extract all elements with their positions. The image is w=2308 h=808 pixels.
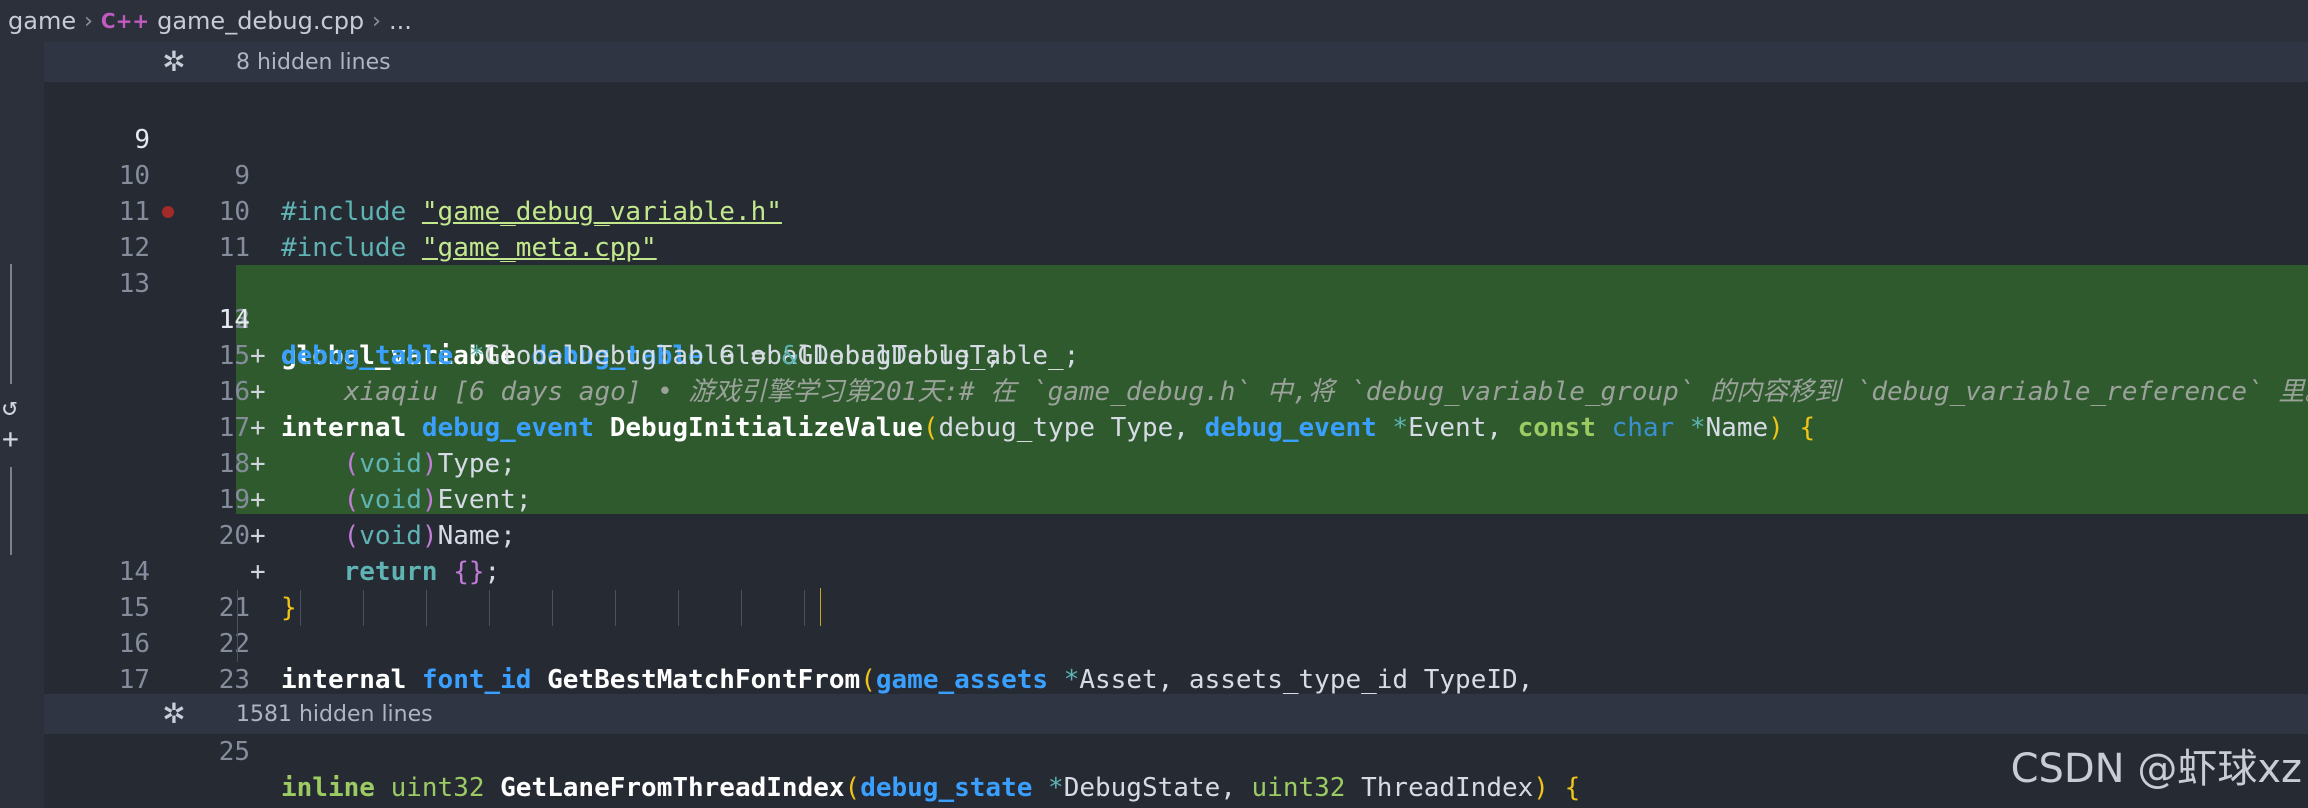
code-line: 15 22 internal font_id GetBestMatchFontF… [44,554,2308,695]
indent-guide [363,590,364,626]
indent-guide [678,590,679,626]
unfold-icon[interactable]: ✲ [156,696,192,732]
code-line-added: 20 + } [44,482,2308,623]
code-line: 9 9 #include "game_debug_variable.h" [44,86,2308,227]
code-line: 16 23 asset_vector *MatchVector, asset_v… [44,590,2308,731]
unfold-icon[interactable]: ✲ [156,44,192,80]
code-line-added: 17 + (void)Event; [44,374,2308,515]
breakpoint-icon[interactable] [162,206,174,218]
active-indent-guide [820,588,821,626]
indent-guide [615,590,616,626]
watermark: CSDN @虾球xz [2010,746,2302,792]
code-line: 10 10 #include "game_meta.cpp" [44,122,2308,263]
indent-guide [300,590,301,626]
breadcrumb: game › C++ game_debug.cpp › ... [0,0,2308,42]
diff-side-strip: ↺ + [0,42,44,808]
indent-guide [489,590,490,626]
chevron-right-icon: › [84,8,93,34]
revert-icon[interactable]: ↺ [2,392,18,422]
change-indicator [10,264,12,384]
change-indicator [10,467,12,555]
code-line-added: 19 + return {}; [44,446,2308,587]
indent-guide [552,590,553,626]
hidden-lines-bar-top[interactable]: ✲ 8 hidden lines [44,42,2308,82]
code-line: 14 21 [44,518,2308,623]
indent-guide [804,590,805,626]
code-line: 17 24 [44,626,2308,731]
code-line: 18 25 inline uint32 GetLaneFromThreadInd… [44,662,2308,803]
code-line: 11 11 [44,158,2308,263]
indent-guide [237,626,238,662]
code-text: inline uint32 GetLaneFromThreadIndex(deb… [281,773,1581,803]
new-line-number: 25 [218,737,250,767]
breadcrumb-folder[interactable]: game [8,7,76,35]
code-line: 13 13 debug_table *GlobalDebugTable = &G… [44,230,2308,371]
indent-guide [741,590,742,626]
code-line: 12 12 global_variable debug_table Global… [44,194,2308,371]
cpp-icon: C++ [100,9,150,33]
hidden-lines-label: 1581 hidden lines [236,701,433,727]
code-line-added: 16 + (void)Type; [44,338,2308,479]
indent-guide [426,590,427,626]
code-line-added: 14 + xiaqiu [6 days ago] • 游戏引擎学习第201天:#… [44,266,2308,407]
code-line-added: 18 + (void)Name; [44,410,2308,551]
code-line-added: 15 + internal debug_event DebugInitializ… [44,302,2308,443]
plus-icon[interactable]: + [2,422,19,455]
hidden-lines-label: 8 hidden lines [236,49,391,75]
breadcrumb-file[interactable]: game_debug.cpp [157,7,364,35]
chevron-right-icon: › [372,8,381,34]
hidden-lines-bar-bottom[interactable]: ✲ 1581 hidden lines [44,694,2308,734]
breadcrumb-more[interactable]: ... [389,7,412,35]
indent-guide [237,590,238,626]
